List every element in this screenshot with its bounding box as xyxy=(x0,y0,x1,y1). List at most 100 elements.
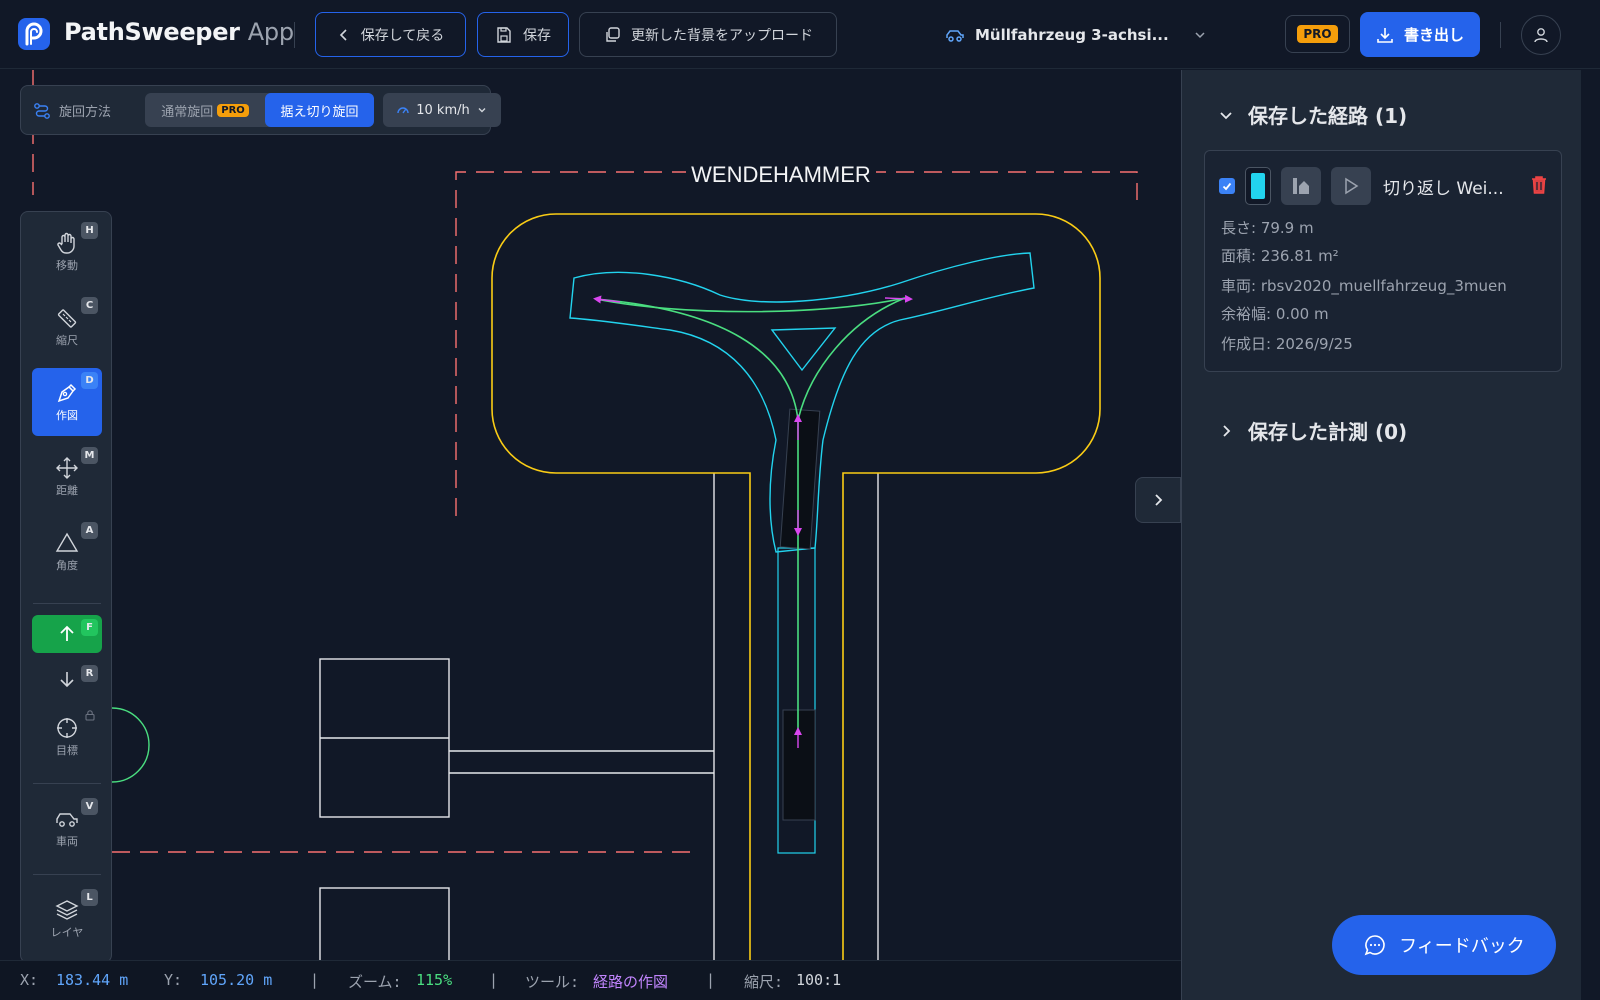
saved-measurements-title: 保存した計測 (0) xyxy=(1248,420,1408,444)
normal-turn-option[interactable]: 通常旋回 PRO xyxy=(145,93,265,127)
shortcut-key: V xyxy=(81,798,98,815)
tool-pan[interactable]: H 移動 xyxy=(32,218,102,286)
pro-badge: PRO xyxy=(217,103,249,117)
tool-status-value: 経路の作図 xyxy=(593,973,669,991)
save-and-back-label: 保存して戻る xyxy=(360,27,445,44)
route-card: 切り返し Wei... 長さ: 79.9 m 面積: 236.81 m² 車両:… xyxy=(1204,150,1562,372)
tool-angle[interactable]: A 角度 xyxy=(32,518,102,586)
drawing-canvas[interactable]: WENDEHAMMER xyxy=(0,70,1181,960)
toolbar-divider xyxy=(33,603,101,604)
ruler-icon xyxy=(57,309,77,328)
tool-draw[interactable]: D 作図 xyxy=(32,368,102,436)
user-menu-button[interactable] xyxy=(1521,15,1561,55)
divider xyxy=(294,22,295,48)
status-separator: | xyxy=(489,971,499,989)
save-button[interactable]: 保存 xyxy=(477,12,569,57)
speed-value: 10 km/h xyxy=(416,102,470,118)
side-panel: 保存した経路 (1) 切り返し Wei... 長さ: 79.9 m 面積: 23… xyxy=(1181,70,1581,1000)
top-bar: PathSweeper App 保存して戻る 保存 更新した背景をアップロード … xyxy=(0,0,1600,69)
x-coord-label: X: xyxy=(20,971,39,989)
shortcut-key: C xyxy=(81,297,98,314)
saved-routes-header[interactable]: 保存した経路 (1) xyxy=(1218,100,1407,129)
route-line xyxy=(595,298,799,421)
status-separator: | xyxy=(706,971,716,989)
panel-collapse-button[interactable] xyxy=(1135,477,1181,523)
feedback-label: フィードバック xyxy=(1399,936,1525,957)
feedback-button[interactable]: フィードバック xyxy=(1332,915,1556,975)
upload-background-button[interactable]: 更新した背景をアップロード xyxy=(579,12,837,57)
route-name: 切り返し Wei... xyxy=(1383,178,1504,199)
shortcut-key: L xyxy=(81,889,98,906)
tool-reverse[interactable]: R xyxy=(32,661,102,697)
export-button[interactable]: 書き出し xyxy=(1360,12,1480,57)
save-and-back-button[interactable]: 保存して戻る xyxy=(315,12,466,57)
route-play-button[interactable] xyxy=(1331,167,1371,205)
route-color-button[interactable] xyxy=(1245,167,1271,205)
tool-distance[interactable]: M 距離 xyxy=(32,443,102,511)
check-icon xyxy=(1222,182,1232,191)
area-label: WENDEHAMMER xyxy=(691,162,871,187)
route-color-swatch xyxy=(1251,173,1265,199)
tool-label: 作図 xyxy=(56,409,78,422)
saved-measurements-header[interactable]: 保存した計測 (0) xyxy=(1218,416,1407,445)
direction-arrow xyxy=(884,294,913,303)
tool-label: 車両 xyxy=(56,835,78,848)
toolbar-divider xyxy=(33,783,101,784)
tool-scale[interactable]: C 縮尺 xyxy=(32,293,102,361)
route-card-row: 切り返し Wei... xyxy=(1219,167,1504,205)
building-outline xyxy=(319,887,450,960)
crosshair-icon xyxy=(57,718,77,738)
cad-drawing: WENDEHAMMER xyxy=(32,70,1138,960)
tool-forward[interactable]: F xyxy=(32,615,102,653)
tool-label: 距離 xyxy=(56,484,78,497)
tool-label: 移動 xyxy=(56,259,78,272)
shortcut-key: A xyxy=(81,522,98,539)
triangle-icon xyxy=(55,532,79,552)
status-separator: | xyxy=(310,971,320,989)
tool-label: 角度 xyxy=(56,559,78,572)
route-area: 面積: 236.81 m² xyxy=(1221,247,1339,265)
pivot-turn-option[interactable]: 据え切り旋回 xyxy=(265,93,374,127)
target-circle xyxy=(111,707,150,783)
speedometer-icon xyxy=(397,107,409,114)
route-margin: 余裕幅: 0.00 m xyxy=(1221,305,1329,323)
vehicle-footprint xyxy=(779,408,821,821)
road-boundary xyxy=(491,213,1101,960)
pro-badge: PRO xyxy=(1297,25,1338,43)
normal-turn-label: 通常旋回 xyxy=(161,104,214,120)
turn-method-toggle: 通常旋回 PRO 据え切り旋回 xyxy=(145,93,374,127)
saved-routes-title: 保存した経路 (1) xyxy=(1248,104,1408,128)
route-vehicle: 車両: rbsv2020_muellfahrzeug_3muen xyxy=(1221,277,1507,295)
turn-method-label: 旋回方法 xyxy=(59,105,112,120)
app-logo-icon xyxy=(18,18,50,50)
pro-button[interactable]: PRO xyxy=(1285,15,1350,53)
tool-layers[interactable]: L レイヤ xyxy=(32,885,102,953)
scale-value: 100:1 xyxy=(796,971,842,989)
export-label: 書き出し xyxy=(1403,26,1464,44)
arrow-down-icon xyxy=(60,672,74,688)
y-coord-value: 105.20 m xyxy=(200,971,273,989)
status-bar: X: 183.44 m Y: 105.20 m | ズーム: 115% | ツー… xyxy=(0,960,1181,1000)
user-icon xyxy=(1534,28,1548,43)
route-visibility-checkbox[interactable] xyxy=(1219,178,1235,194)
save-label: 保存 xyxy=(523,27,551,44)
scale-label: 縮尺: xyxy=(744,973,784,991)
tool-target[interactable]: 目標 xyxy=(32,703,102,771)
speed-select[interactable]: 10 km/h xyxy=(383,93,501,127)
trash-icon[interactable] xyxy=(1530,175,1548,195)
tool-status-label: ツール: xyxy=(525,973,580,991)
tool-vehicle[interactable]: V 車両 xyxy=(32,794,102,862)
route-vehicle-view-button[interactable] xyxy=(1281,167,1321,205)
layers-icon xyxy=(55,900,79,920)
shortcut-key: F xyxy=(81,619,98,636)
vehicle-select[interactable]: Müllfahrzeug 3-achsi... xyxy=(945,20,1207,50)
chevron-down-icon xyxy=(1195,32,1205,39)
tool-label: 目標 xyxy=(56,744,78,757)
shortcut-key: D xyxy=(81,372,98,389)
swept-path-island xyxy=(770,327,837,372)
upload-label: 更新した背景をアップロード xyxy=(631,27,813,44)
shortcut-key: M xyxy=(81,447,98,464)
x-coord-value: 183.44 m xyxy=(56,971,129,989)
play-icon xyxy=(1345,177,1359,195)
download-icon xyxy=(1377,27,1393,43)
